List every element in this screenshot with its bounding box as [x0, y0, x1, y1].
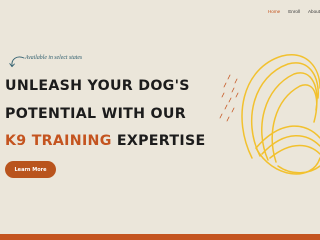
learn-more-button[interactable]: Learn More — [5, 161, 56, 178]
nav-enroll-link[interactable]: Enroll — [288, 9, 300, 14]
hero-line-3-rest: EXPERTISE — [111, 133, 206, 149]
availability-note: Available in select states — [25, 55, 83, 61]
hero-heading: UNLEASH YOUR DOG'S POTENTIAL WITH OUR K9… — [5, 73, 205, 156]
hero-line-2: POTENTIAL WITH OUR — [5, 105, 186, 122]
nav-about-link[interactable]: About — [308, 9, 320, 14]
hero-line-1: UNLEASH YOUR DOG'S — [5, 78, 190, 94]
nav-home-link[interactable]: Home — [268, 9, 280, 14]
top-nav: Home Enroll About — [268, 9, 320, 14]
bottom-accent-bar — [0, 234, 320, 240]
scribble-decoration-icon — [219, 54, 320, 175]
hero-accent-text: K9 TRAINING — [5, 133, 112, 149]
hero-line-3: K9 TRAINING EXPERTISE — [5, 128, 205, 156]
